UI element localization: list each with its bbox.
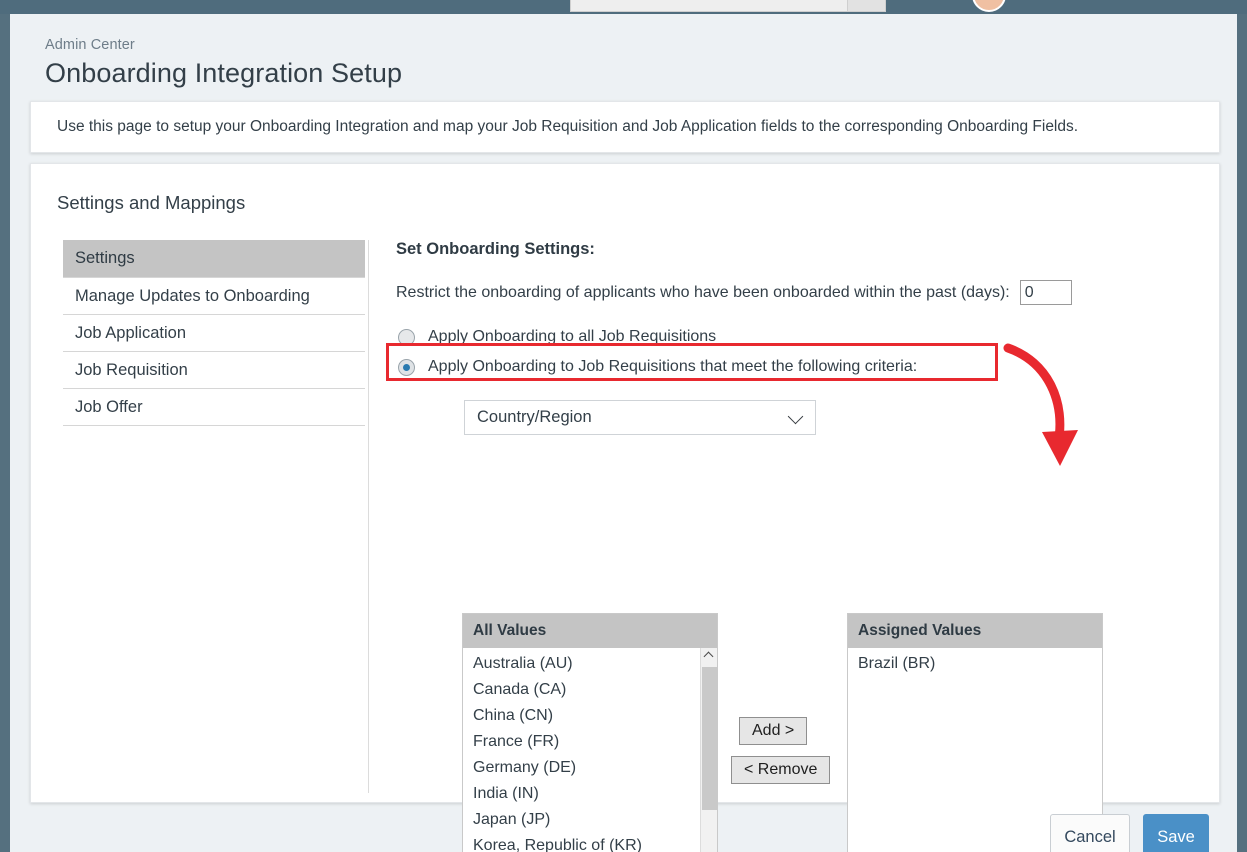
radio-option-all-requisitions[interactable]: Apply Onboarding to all Job Requisitions [398,324,716,350]
user-avatar[interactable] [972,0,1006,12]
sidebar-item-label: Settings [75,249,135,267]
radio-label-criteria: Apply Onboarding to Job Requisitions tha… [428,358,918,375]
list-item[interactable]: Australia (AU) [463,651,717,677]
page-canvas: Admin Center Onboarding Integration Setu… [10,14,1237,852]
scrollbar-thumb[interactable] [702,667,717,810]
annotation-arrow-icon [1003,343,1078,466]
radio-option-criteria[interactable]: Apply Onboarding to Job Requisitions tha… [398,354,917,380]
radio-icon-criteria[interactable] [398,358,415,376]
list-item[interactable]: India (IN) [463,781,717,807]
cancel-button[interactable]: Cancel [1050,814,1130,852]
sidebar-item-settings[interactable]: Settings [63,240,365,277]
list-item[interactable]: China (CN) [463,703,717,729]
remove-button[interactable]: < Remove [731,756,831,784]
list-item[interactable]: Brazil (BR) [848,651,1102,677]
page-title: Onboarding Integration Setup [45,58,403,88]
save-button[interactable]: Save [1143,814,1209,852]
restrict-days-input[interactable] [1019,280,1072,305]
sidebar-item-manage-updates-to-onboarding[interactable]: Manage Updates to Onboarding [63,277,365,314]
settings-and-mappings-card: Settings and Mappings Settings Manage Upd… [30,163,1220,852]
criteria-field-select-value: Country/Region [477,408,592,426]
sidebar-item-job-application[interactable]: Job Application [63,314,365,351]
radio-label-all: Apply Onboarding to all Job Requisitions [428,328,717,345]
sidebar-item-label: Job Application [75,324,186,342]
section-title: Settings and Mappings [57,192,246,213]
chevron-down-icon [787,408,804,425]
sidebar-divider [368,240,369,793]
assigned-values-items: Brazil (BR) [848,648,1102,677]
list-item[interactable]: Canada (CA) [463,677,717,703]
all-values-header: All Values [463,614,717,648]
pane-heading: Set Onboarding Settings: [396,240,595,258]
list-item[interactable]: France (FR) [463,729,717,755]
radio-icon-all[interactable] [398,328,415,346]
scroll-up-icon[interactable] [701,648,717,665]
restrict-days-row: Restrict the onboarding of applicants wh… [396,280,1072,305]
assigned-values-header: Assigned Values [848,614,1102,648]
sidebar-item-label: Job Offer [75,398,143,416]
settings-sidebar: Settings Manage Updates to Onboarding Job … [63,240,365,426]
sidebar-item-label: Job Requisition [75,361,188,379]
sidebar-item-job-requisition[interactable]: Job Requisition [63,351,365,388]
criteria-field-select[interactable]: Country/Region [464,400,816,435]
footer-action-bar: Cancel Save [10,814,1237,852]
sidebar-item-label: Manage Updates to Onboarding [75,287,310,305]
global-search-input[interactable] [570,0,848,12]
sidebar-item-job-offer[interactable]: Job Offer [63,388,365,425]
global-search-button[interactable] [848,0,886,12]
breadcrumb[interactable]: Admin Center [45,37,135,53]
add-button[interactable]: Add > [739,717,808,745]
restrict-days-label: Restrict the onboarding of applicants wh… [396,283,1010,301]
top-chrome-bar [0,0,1247,14]
info-banner-text: Use this page to setup your Onboarding I… [57,118,1079,135]
info-banner: Use this page to setup your Onboarding I… [30,101,1220,153]
list-item[interactable]: Germany (DE) [463,755,717,781]
